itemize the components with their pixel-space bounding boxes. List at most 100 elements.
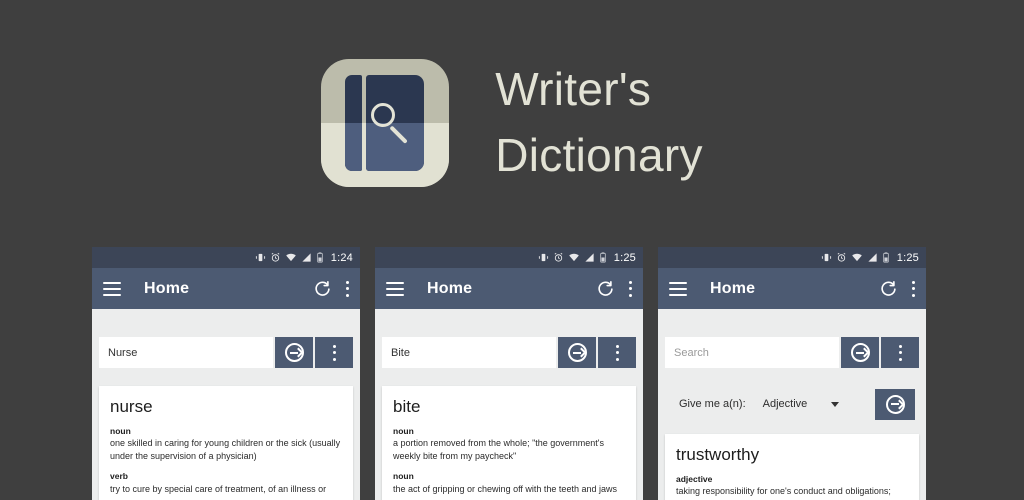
screen-content: bite noun a portion removed from the who… <box>375 337 643 500</box>
headword: nurse <box>110 397 153 416</box>
app-title: Writer's Dictionary <box>495 57 703 188</box>
screenshot-phone-1: 1:24 Home nurse <box>92 247 360 500</box>
overflow-menu-icon <box>911 280 915 297</box>
wifi-icon <box>851 253 862 262</box>
overflow-menu-button[interactable] <box>628 280 632 297</box>
writers-dictionary-app-icon <box>321 58 450 187</box>
definition-card: trustworthy adjective taking responsibil… <box>665 434 919 500</box>
definition-text: the act of gripping or chewing off with … <box>393 483 617 494</box>
screen-content: nurse noun one skilled in caring for you… <box>92 337 360 500</box>
status-bar: 1:25 <box>658 247 926 268</box>
alarm-icon <box>837 252 846 262</box>
app-title-line-2: Dictionary <box>495 128 703 181</box>
search-overflow-button[interactable] <box>598 337 636 368</box>
search-input[interactable] <box>665 337 839 368</box>
search-go-button[interactable] <box>841 337 879 368</box>
refresh-button[interactable] <box>880 280 897 297</box>
search-input[interactable] <box>382 337 556 368</box>
signal-icon <box>585 253 594 262</box>
app-bar: Home <box>658 268 926 309</box>
signal-icon <box>302 253 311 262</box>
definition-text: try to cure by special care of treatment… <box>110 483 327 494</box>
app-bar: Home <box>92 268 360 309</box>
battery-icon <box>600 252 606 263</box>
signal-icon <box>868 253 877 262</box>
part-of-speech: noun <box>393 471 414 482</box>
wifi-icon <box>568 253 579 262</box>
definition-text: taking responsibility for one's conduct … <box>676 486 891 497</box>
definition-card: nurse noun one skilled in caring for you… <box>99 386 353 500</box>
wifi-icon <box>285 253 296 262</box>
random-word-row: Give me a(n): Adjective <box>665 387 919 421</box>
part-of-speech: adjective <box>676 474 713 484</box>
part-of-speech: noun <box>110 426 131 436</box>
go-icon <box>850 343 870 362</box>
overflow-menu-icon <box>628 280 632 297</box>
search-row <box>382 337 636 368</box>
definition-text: a portion removed from the whole; "the g… <box>393 438 605 461</box>
page-title: Home <box>144 279 190 297</box>
go-icon <box>284 343 304 362</box>
screenshot-phone-3: 1:25 Home Give me <box>658 247 926 500</box>
go-icon <box>885 394 905 414</box>
status-bar-icons <box>538 252 607 263</box>
random-word-label: Give me a(n): <box>679 398 746 410</box>
overflow-menu-icon <box>345 280 349 297</box>
book-spine-lower-icon <box>345 122 363 171</box>
hamburger-icon[interactable] <box>386 281 404 296</box>
search-row <box>665 337 919 368</box>
status-bar-clock: 1:24 <box>330 251 353 264</box>
battery-icon <box>317 252 323 263</box>
vibrate-icon <box>538 253 548 262</box>
status-bar-clock: 1:25 <box>896 251 919 264</box>
part-of-speech-dropdown[interactable]: Adjective <box>763 398 840 410</box>
headword: bite <box>393 397 421 416</box>
refresh-button[interactable] <box>314 280 331 297</box>
vibrate-icon <box>821 253 831 262</box>
random-word-go-button[interactable] <box>875 388 915 420</box>
hamburger-icon[interactable] <box>103 281 121 296</box>
hero-section: Writer's Dictionary <box>0 0 1024 245</box>
part-of-speech: verb <box>110 471 128 482</box>
go-icon <box>567 343 587 362</box>
page-title: Home <box>427 279 473 297</box>
screenshot-phone-2: 1:25 Home bite <box>375 247 643 500</box>
status-bar-icons <box>255 252 324 263</box>
vibrate-icon <box>255 253 265 262</box>
search-overflow-button[interactable] <box>881 337 919 368</box>
magnifier-lens-icon <box>371 102 396 127</box>
status-bar: 1:24 <box>92 247 360 268</box>
overflow-menu-icon <box>332 344 336 361</box>
part-of-speech: noun <box>393 426 414 436</box>
status-bar-icons <box>821 252 890 263</box>
overflow-menu-button[interactable] <box>911 280 915 297</box>
part-of-speech-selected-value: Adjective <box>762 398 808 410</box>
refresh-icon <box>881 281 896 296</box>
screen-content: Give me a(n): Adjective trustworthy adje… <box>658 337 926 500</box>
app-bar: Home <box>375 268 643 309</box>
search-go-button[interactable] <box>558 337 596 368</box>
definition-card: bite noun a portion removed from the who… <box>382 386 636 500</box>
app-title-line-1: Writer's <box>495 63 652 116</box>
refresh-icon <box>315 281 330 296</box>
alarm-icon <box>271 252 280 262</box>
chevron-down-icon <box>831 401 840 407</box>
hamburger-icon[interactable] <box>669 281 687 296</box>
search-row <box>99 337 353 368</box>
app-promo-banner: Writer's Dictionary 1:24 Home Nurse nurs… <box>0 0 1024 500</box>
battery-icon <box>883 252 889 263</box>
overflow-menu-icon <box>615 344 619 361</box>
page-title: Home <box>710 279 756 297</box>
search-input[interactable] <box>99 337 273 368</box>
status-bar-clock: 1:25 <box>613 251 636 264</box>
search-go-button[interactable] <box>275 337 313 368</box>
refresh-icon <box>598 281 613 296</box>
overflow-menu-button[interactable] <box>345 280 349 297</box>
status-bar: 1:25 <box>375 247 643 268</box>
search-overflow-button[interactable] <box>315 337 353 368</box>
definition-text: one skilled in caring for young children… <box>110 438 341 461</box>
refresh-button[interactable] <box>597 280 614 297</box>
overflow-menu-icon <box>898 344 902 361</box>
headword: trustworthy <box>676 445 760 464</box>
alarm-icon <box>554 252 563 262</box>
